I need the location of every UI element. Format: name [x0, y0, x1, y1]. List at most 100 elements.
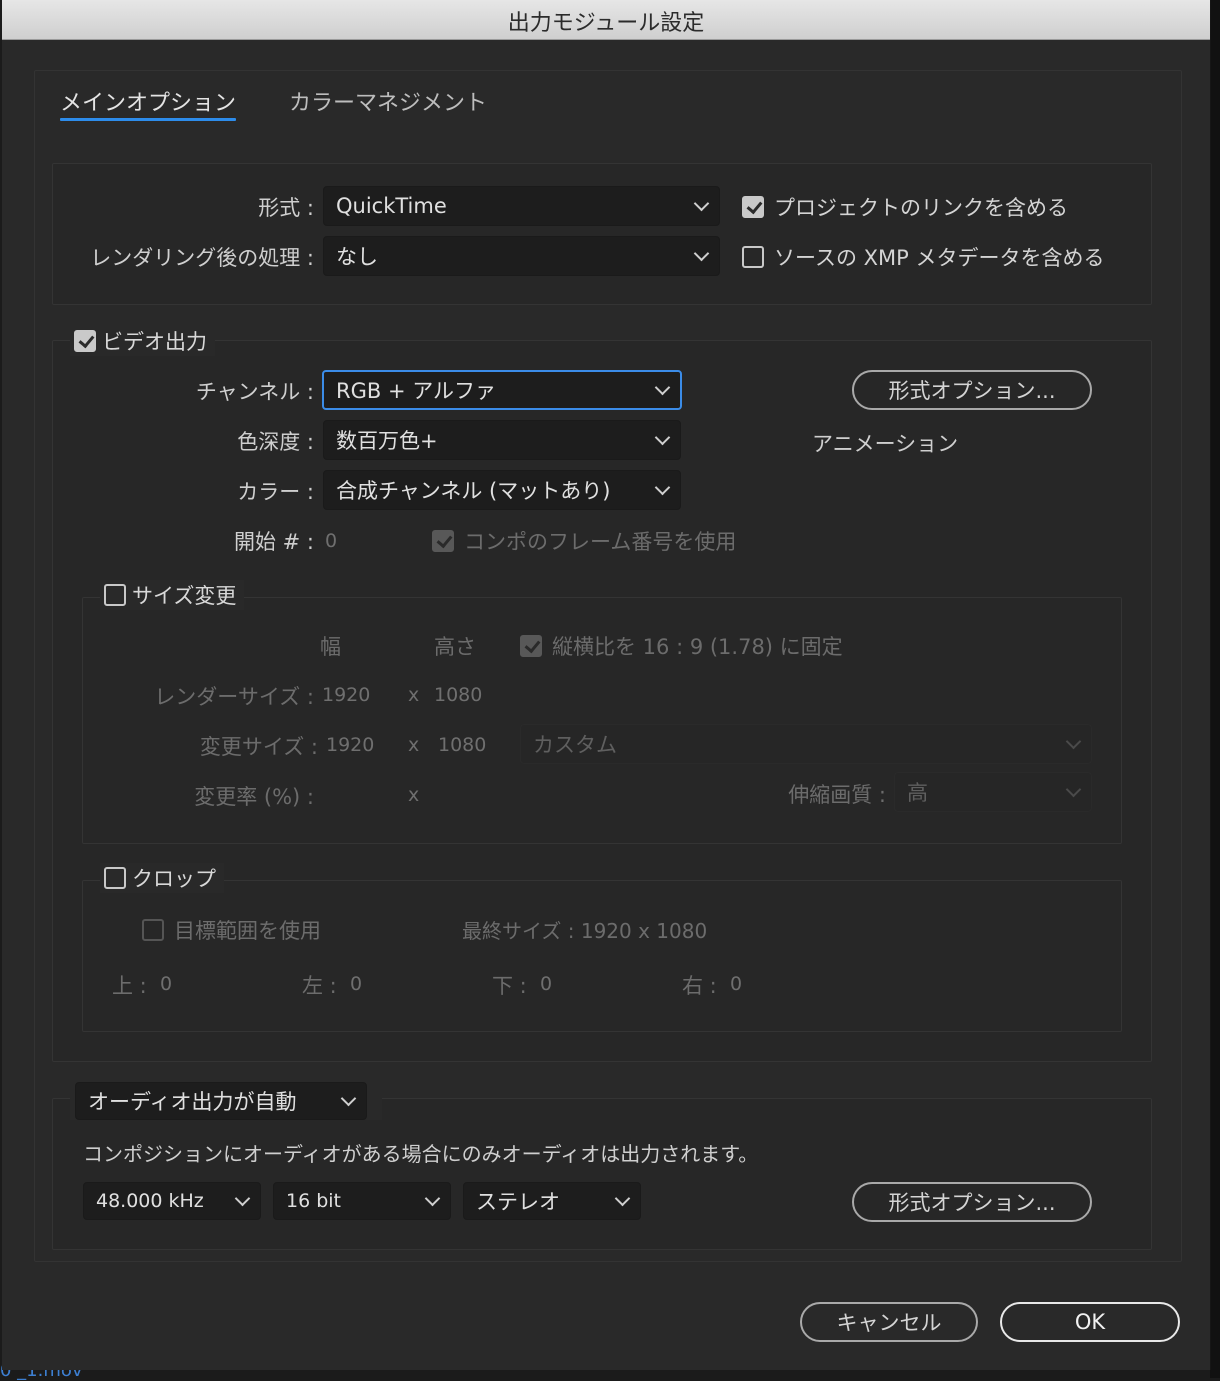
audio-format-options-button[interactable]: 形式オプション...: [852, 1182, 1092, 1222]
audio-sample-rate-value: 48.000 kHz: [96, 1190, 204, 1212]
tab-color-management[interactable]: カラーマネジメント: [289, 85, 487, 117]
resize-preset-value: カスタム: [533, 733, 617, 757]
post-render-label: レンダリング後の処理 :: [90, 246, 314, 270]
crop-bottom-value[interactable]: 0: [540, 973, 552, 995]
chevron-down-icon: [424, 1190, 441, 1206]
chevron-down-icon: [1065, 733, 1082, 749]
audio-channels-value: ステレオ: [476, 1190, 560, 1214]
height-header: 高さ: [434, 635, 476, 659]
crop-left-label: 左 :: [302, 974, 337, 998]
resize-width-input[interactable]: 1920: [326, 734, 374, 756]
chevron-down-icon: [693, 195, 710, 211]
audio-bit-depth-value: 16 bit: [286, 1190, 342, 1212]
chevron-down-icon: [340, 1090, 357, 1106]
lock-aspect-label: 縦横比を 16 : 9 (1.78) に固定: [552, 635, 843, 659]
chevron-down-icon: [693, 245, 710, 261]
format-group: [52, 163, 1152, 305]
codec-text: アニメーション: [812, 432, 959, 456]
channels-select[interactable]: RGB + アルファ: [322, 370, 682, 410]
depth-select[interactable]: 数百万色+: [323, 420, 681, 460]
audio-note: コンポジションにオーディオがある場合にのみオーディオは出力されます。: [83, 1142, 759, 1166]
format-value: QuickTime: [336, 194, 447, 218]
use-roi-checkbox[interactable]: 目標範囲を使用: [142, 915, 321, 945]
checkbox-icon: [104, 584, 126, 606]
cancel-button[interactable]: キャンセル: [800, 1302, 978, 1342]
video-output-toggle[interactable]: ビデオ出力: [70, 326, 215, 356]
background-app: [1210, 0, 1220, 1378]
start-frame-label: 開始 # :: [233, 530, 314, 554]
audio-bit-depth-select[interactable]: 16 bit: [273, 1182, 451, 1220]
resize-height-input[interactable]: 1080: [438, 734, 486, 756]
lock-aspect-checkbox[interactable]: 縦横比を 16 : 9 (1.78) に固定: [520, 631, 843, 661]
include-xmp-checkbox[interactable]: ソースの XMP メタデータを含める: [742, 242, 1104, 272]
channels-label: チャンネル :: [195, 380, 314, 404]
crop-label: クロップ: [132, 867, 216, 891]
color-value: 合成チャンネル (マットあり): [336, 479, 611, 503]
checkbox-icon: [104, 867, 126, 889]
quality-select[interactable]: 高: [894, 772, 1092, 812]
crop-top-label: 上 :: [112, 974, 147, 998]
active-tab-underline: [60, 118, 236, 121]
render-size-label: レンダーサイズ :: [154, 685, 314, 709]
chevron-down-icon: [614, 1190, 631, 1206]
ok-button[interactable]: OK: [1000, 1302, 1180, 1342]
tab-main-options[interactable]: メインオプション: [60, 85, 236, 117]
chevron-down-icon: [234, 1190, 251, 1206]
resize-x: x: [408, 734, 420, 756]
checkbox-icon: [432, 530, 454, 552]
render-x: x: [408, 684, 420, 706]
chevron-down-icon: [1065, 781, 1082, 797]
chevron-down-icon: [654, 479, 671, 495]
width-header: 幅: [320, 635, 341, 659]
color-select[interactable]: 合成チャンネル (マットあり): [323, 470, 681, 510]
resize-label: サイズ変更: [132, 584, 237, 608]
video-output-label: ビデオ出力: [102, 330, 207, 354]
audio-mode-value: オーディオ出力が自動: [88, 1090, 297, 1114]
format-label: 形式 :: [258, 196, 314, 220]
audio-sample-rate-select[interactable]: 48.000 kHz: [83, 1182, 261, 1220]
resize-toggle[interactable]: サイズ変更: [100, 580, 245, 610]
use-comp-frame-label: コンポのフレーム番号を使用: [464, 530, 737, 554]
format-select[interactable]: QuickTime: [323, 186, 720, 226]
post-render-value: なし: [336, 245, 378, 269]
quality-value: 高: [907, 781, 928, 805]
title-bar[interactable]: 出力モジュール設定: [2, 0, 1210, 40]
crop-toggle[interactable]: クロップ: [100, 863, 224, 893]
use-roi-label: 目標範囲を使用: [174, 919, 321, 943]
audio-channels-select[interactable]: ステレオ: [463, 1182, 641, 1220]
quality-label: 伸縮画質 :: [788, 783, 886, 807]
crop-group: [82, 880, 1122, 1032]
checkbox-icon: [142, 919, 164, 941]
checkbox-icon: [74, 330, 96, 352]
percent-x: x: [408, 784, 420, 806]
checkbox-icon: [742, 246, 764, 268]
resize-preset-select[interactable]: カスタム: [520, 724, 1092, 764]
crop-right-label: 右 :: [682, 974, 717, 998]
resize-to-label: 変更サイズ :: [199, 735, 318, 759]
audio-group: [52, 1098, 1152, 1250]
render-height: 1080: [434, 684, 483, 706]
window-title: 出力モジュール設定: [507, 11, 705, 36]
crop-top-value[interactable]: 0: [160, 973, 172, 995]
include-project-link-checkbox[interactable]: プロジェクトのリンクを含める: [742, 192, 1068, 222]
color-label: カラー :: [237, 480, 314, 504]
chevron-down-icon: [654, 379, 671, 395]
include-project-link-label: プロジェクトのリンクを含める: [774, 196, 1068, 220]
include-xmp-label: ソースの XMP メタデータを含める: [774, 246, 1105, 270]
depth-value: 数百万色+: [336, 429, 438, 453]
channels-value: RGB + アルファ: [336, 379, 497, 403]
start-frame-value: 0: [325, 530, 338, 552]
crop-bottom-label: 下 :: [492, 974, 527, 998]
audio-mode-select[interactable]: オーディオ出力が自動: [75, 1082, 367, 1120]
video-format-options-button[interactable]: 形式オプション...: [852, 370, 1092, 410]
depth-label: 色深度 :: [237, 430, 314, 454]
use-comp-frame-checkbox[interactable]: コンポのフレーム番号を使用: [432, 526, 736, 556]
resize-percent-label: 変更率 (%) :: [194, 785, 314, 809]
chevron-down-icon: [654, 429, 671, 445]
checkbox-icon: [742, 196, 764, 218]
crop-left-value[interactable]: 0: [350, 973, 362, 995]
output-module-dialog: 出力モジュール設定 メインオプション カラーマネジメント 形式 : QuickT…: [2, 0, 1211, 1370]
post-render-select[interactable]: なし: [323, 236, 720, 276]
checkbox-icon: [520, 635, 542, 657]
crop-right-value[interactable]: 0: [730, 973, 742, 995]
